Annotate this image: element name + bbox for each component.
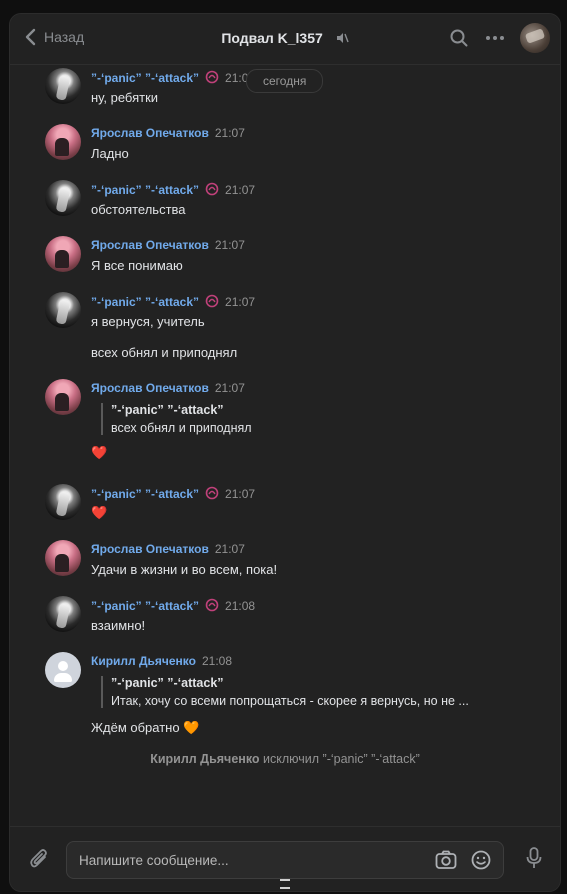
chat-avatar[interactable]	[520, 23, 550, 53]
heart-emoji: ❤️	[91, 505, 108, 520]
message-time: 21:07	[225, 295, 256, 309]
message-input-box[interactable]	[66, 841, 504, 879]
author-name[interactable]: ”-‘panic” ”-‘attack”	[91, 295, 199, 309]
header-actions	[448, 23, 550, 53]
message-time: 21:07	[225, 487, 256, 501]
avatar[interactable]	[45, 540, 81, 576]
author-name[interactable]: Ярослав Опечатков	[91, 126, 209, 140]
flame-badge-icon	[205, 486, 219, 500]
message-feed[interactable]: ”-‘panic” ”-‘attack” 21:07 ну, ребятки се…	[10, 65, 560, 827]
message-text: Удачи в жизни и во всем, пока!	[91, 562, 278, 577]
avatar[interactable]	[45, 180, 81, 216]
message-time: 21:07	[214, 126, 245, 140]
message-header: ”-‘panic” ”-‘attack” 21:07	[91, 486, 255, 501]
quote-author: ”-‘panic” ”-‘attack”	[111, 403, 224, 417]
message-text: Ладно	[91, 146, 129, 161]
message-time: 21:07	[214, 238, 245, 252]
author-name[interactable]: Ярослав Опечатков	[91, 238, 209, 252]
more-button[interactable]	[484, 27, 506, 49]
attach-button[interactable]	[28, 847, 50, 876]
message-composer	[10, 826, 560, 891]
message-time: 21:07	[225, 183, 256, 197]
message-header: Ярослав Опечатков 21:07	[91, 542, 245, 556]
resize-handle[interactable]	[280, 879, 290, 889]
flame-badge-icon	[205, 182, 219, 196]
avatar[interactable]	[45, 236, 81, 272]
attach-icon	[30, 849, 47, 868]
message-header: Ярослав Опечатков 21:07	[91, 381, 245, 395]
search-button[interactable]	[448, 27, 470, 49]
flame-badge-icon	[205, 598, 219, 612]
mic-icon	[526, 847, 542, 868]
message-text: обстоятельства	[91, 202, 186, 217]
author-name[interactable]: ”-‘panic” ”-‘attack”	[91, 71, 199, 85]
service-message: Кирилл Дьяченко исключил ”-‘panic” ”-‘at…	[10, 752, 560, 766]
avatar[interactable]	[45, 124, 81, 160]
message-text: ну, ребятки	[91, 90, 159, 105]
heart-emoji: ❤️	[91, 445, 108, 460]
avatar[interactable]	[45, 484, 81, 520]
voice-button[interactable]	[526, 847, 542, 874]
author-name[interactable]: ”-‘panic” ”-‘attack”	[91, 487, 199, 501]
reply-quote[interactable]: ”-‘panic” ”-‘attack” Итак, хочу со всеми…	[101, 676, 469, 708]
message-input[interactable]	[77, 842, 421, 878]
message-text: Я все понимаю	[91, 258, 183, 273]
mute-icon	[336, 33, 349, 43]
message-header: ”-‘panic” ”-‘attack” 21:08	[91, 598, 255, 613]
service-action: исключил	[263, 752, 320, 766]
message-header: ”-‘panic” ”-‘attack” 21:07	[91, 182, 255, 197]
message-header: Ярослав Опечатков 21:07	[91, 238, 245, 252]
reply-quote[interactable]: ”-‘panic” ”-‘attack” всех обнял и припод…	[101, 403, 252, 435]
quote-text: Итак, хочу со всеми попрощаться - скорее…	[111, 694, 469, 708]
message-text-body: Ждём обратно	[91, 720, 180, 735]
service-target[interactable]: ”-‘panic” ”-‘attack”	[323, 752, 420, 766]
message-time: 21:08	[225, 599, 256, 613]
avatar[interactable]	[45, 379, 81, 415]
quote-text: всех обнял и приподнял	[111, 421, 252, 435]
chat-title: Подвал K_l357	[221, 30, 323, 46]
heart-emoji: 🧡	[183, 720, 200, 735]
emoji-icon[interactable]	[471, 850, 491, 870]
avatar[interactable]	[45, 596, 81, 632]
message-time: 21:07	[214, 542, 245, 556]
service-actor[interactable]: Кирилл Дьяченко	[150, 752, 259, 766]
flame-badge-icon	[205, 70, 219, 84]
search-icon	[450, 29, 468, 47]
author-name[interactable]: Ярослав Опечатков	[91, 542, 209, 556]
chat-header: Назад Подвал K_l357	[10, 14, 560, 65]
more-icon	[486, 36, 504, 40]
author-name[interactable]: Кирилл Дьяченко	[91, 654, 196, 668]
message-header: Кирилл Дьяченко 21:08	[91, 654, 232, 668]
message-header: Ярослав Опечатков 21:07	[91, 126, 245, 140]
message-header: ”-‘panic” ”-‘attack” 21:07	[91, 70, 255, 85]
message-text: взаимно!	[91, 618, 146, 633]
flame-badge-icon	[205, 294, 219, 308]
avatar[interactable]	[45, 652, 81, 688]
author-name[interactable]: ”-‘panic” ”-‘attack”	[91, 599, 199, 613]
chat-window: Назад Подвал K_l357 ”-‘panic” ”-‘attack”…	[9, 13, 561, 892]
message-time: 21:08	[201, 654, 233, 668]
avatar[interactable]	[45, 68, 81, 104]
author-name[interactable]: ”-‘panic” ”-‘attack”	[91, 183, 199, 197]
message-time: 21:07	[214, 381, 245, 395]
message-text: Ждём обратно 🧡	[91, 720, 199, 736]
message-text: я вернуся, учитель	[91, 314, 205, 329]
date-pill: сегодня	[246, 69, 324, 93]
message-header: ”-‘panic” ”-‘attack” 21:07	[91, 294, 255, 309]
camera-icon[interactable]	[435, 850, 457, 870]
avatar[interactable]	[45, 292, 81, 328]
input-actions	[435, 850, 491, 870]
message-text: всех обнял и приподнял	[91, 345, 238, 360]
author-name[interactable]: Ярослав Опечатков	[91, 381, 209, 395]
quote-author: ”-‘panic” ”-‘attack”	[111, 676, 224, 690]
